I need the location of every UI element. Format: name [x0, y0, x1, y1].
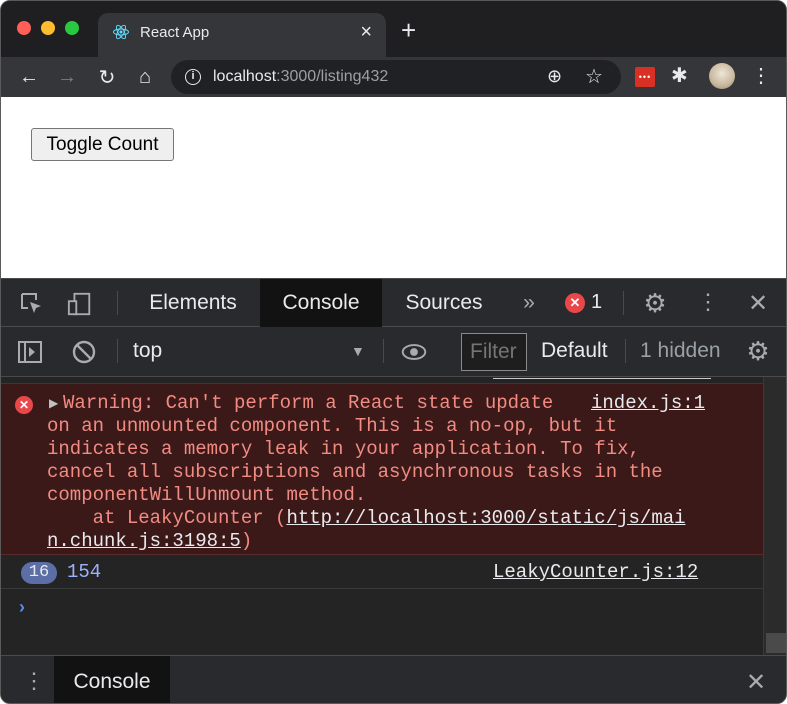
- reload-icon[interactable]: ↻: [93, 63, 121, 91]
- zoom-icon[interactable]: ⊕: [547, 66, 562, 87]
- filter-input[interactable]: [461, 333, 527, 371]
- browser-window: React App × + ← → ↻ ⌂ i localhost:3000/l…: [0, 0, 787, 704]
- console-output: ✕ ▶ Warning: Can't perform a React state…: [1, 377, 786, 655]
- error-source-link[interactable]: index.js:1: [591, 392, 705, 415]
- sidebar-toggle-icon[interactable]: [17, 339, 43, 365]
- home-icon[interactable]: ⌂: [131, 63, 159, 91]
- console-settings-gear-icon[interactable]: ⚙: [745, 336, 771, 367]
- drawer-menu-icon[interactable]: ⋮: [23, 668, 45, 694]
- devtools-tabbar: Elements Console Sources » ✕ 1 ⚙ ⋮ ✕: [1, 279, 786, 327]
- error-count-icon[interactable]: ✕: [565, 293, 585, 313]
- tab-close-icon[interactable]: ×: [360, 21, 372, 43]
- devtools-drawer: ⋮ Console ✕: [1, 655, 786, 703]
- bookmark-star-icon[interactable]: ☆: [585, 64, 603, 89]
- stack-trace-link[interactable]: n.chunk.js:3198:5: [47, 530, 241, 552]
- tab-title: React App: [140, 24, 210, 41]
- extension-icon[interactable]: •••: [635, 67, 655, 87]
- browser-toolbar: ← → ↻ ⌂ i localhost:3000/listing432 ⊕ ☆ …: [1, 57, 786, 97]
- hidden-messages-count: 1 hidden: [640, 339, 721, 362]
- back-icon[interactable]: ←: [15, 63, 43, 91]
- log-value: 154: [67, 561, 102, 583]
- toggle-count-button[interactable]: Toggle Count: [31, 128, 174, 161]
- react-logo-icon: [113, 24, 129, 40]
- profile-avatar[interactable]: [709, 63, 735, 89]
- error-message[interactable]: ✕ ▶ Warning: Can't perform a React state…: [1, 383, 763, 555]
- error-text-line: cancel all subscriptions and asynchronou…: [47, 461, 663, 483]
- minimize-window-button[interactable]: [41, 21, 55, 35]
- repeat-count-badge: 16: [21, 562, 57, 584]
- clear-console-icon[interactable]: [71, 339, 97, 365]
- devtools-menu-icon[interactable]: ⋮: [695, 289, 721, 315]
- console-prompt-icon[interactable]: ›: [19, 597, 25, 618]
- divider: [625, 339, 626, 363]
- inspect-element-icon[interactable]: [19, 291, 45, 317]
- address-bar[interactable]: i localhost:3000/listing432 ⊕ ☆: [171, 60, 621, 94]
- extensions-puzzle-icon[interactable]: ✱: [671, 63, 688, 88]
- error-icon: ✕: [15, 396, 33, 414]
- device-toolbar-icon[interactable]: [67, 291, 93, 317]
- page-content: Toggle Count: [1, 97, 786, 278]
- tab-console[interactable]: Console: [260, 279, 382, 327]
- tab-strip: React App × +: [1, 1, 786, 57]
- truncated-link: [493, 369, 711, 379]
- context-selector[interactable]: top: [133, 339, 162, 363]
- browser-menu-icon[interactable]: ⋮: [751, 63, 771, 88]
- log-source-link[interactable]: LeakyCounter.js:12: [493, 561, 698, 584]
- error-text-line: indicates a memory leak in your applicat…: [47, 438, 640, 460]
- error-text-line: on an unmounted component. This is a no-…: [47, 415, 618, 437]
- console-scrollbar[interactable]: [763, 377, 786, 655]
- error-text-line: Warning: Can't perform a React state upd…: [63, 392, 565, 414]
- tab-elements[interactable]: Elements: [131, 279, 255, 327]
- close-drawer-icon[interactable]: ✕: [746, 668, 766, 697]
- stack-trace-line: at LeakyCounter (http://localhost:3000/s…: [47, 507, 686, 529]
- close-devtools-icon[interactable]: ✕: [745, 289, 771, 318]
- drawer-tab-console[interactable]: Console: [54, 656, 170, 703]
- divider: [623, 291, 624, 315]
- settings-gear-icon[interactable]: ⚙: [642, 288, 668, 319]
- divider: [117, 339, 118, 363]
- error-count[interactable]: 1: [591, 291, 602, 314]
- error-text-line: componentWillUnmount method.: [47, 484, 367, 506]
- new-tab-button[interactable]: +: [401, 17, 416, 43]
- divider: [117, 291, 118, 315]
- chevron-down-icon[interactable]: ▼: [351, 343, 365, 359]
- expand-triangle-icon[interactable]: ▶: [49, 396, 58, 410]
- console-log-row[interactable]: 16 154 LeakyCounter.js:12: [1, 555, 763, 589]
- tab-sources[interactable]: Sources: [389, 279, 499, 327]
- divider: [383, 339, 384, 363]
- maximize-window-button[interactable]: [65, 21, 79, 35]
- site-info-icon[interactable]: i: [185, 69, 201, 85]
- log-levels-dropdown[interactable]: Default: [541, 339, 608, 363]
- forward-icon[interactable]: →: [53, 63, 81, 91]
- devtools-panel: Elements Console Sources » ✕ 1 ⚙ ⋮ ✕ top…: [1, 278, 786, 703]
- url-text: localhost:3000/listing432: [213, 68, 389, 85]
- live-expression-eye-icon[interactable]: [401, 341, 427, 363]
- stack-trace-line: n.chunk.js:3198:5): [47, 530, 253, 552]
- close-window-button[interactable]: [17, 21, 31, 35]
- stack-trace-link[interactable]: http://localhost:3000/static/js/mai: [286, 507, 685, 529]
- more-tabs-button[interactable]: »: [509, 279, 549, 327]
- scrollbar-thumb[interactable]: [766, 633, 786, 653]
- browser-tab[interactable]: React App ×: [98, 13, 386, 57]
